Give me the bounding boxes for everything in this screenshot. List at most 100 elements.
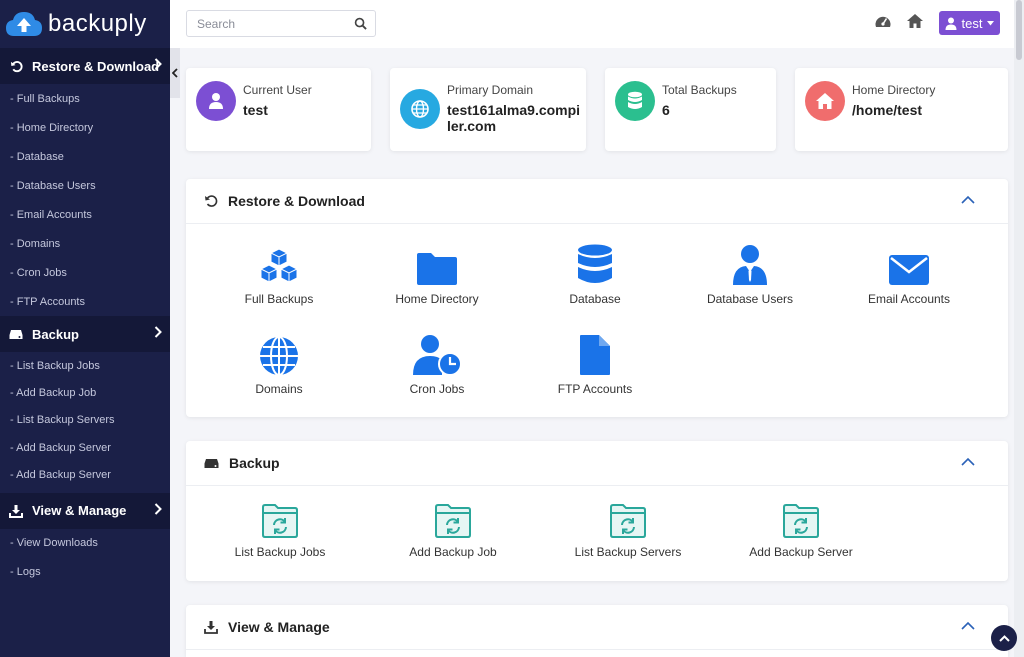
- tile-database[interactable]: Database: [520, 242, 670, 306]
- page-scrollbar[interactable]: [1014, 0, 1024, 657]
- panel-header[interactable]: Backup: [186, 441, 1008, 486]
- stat-label: Home Directory: [852, 83, 936, 97]
- tile-home-directory[interactable]: Home Directory: [362, 242, 512, 306]
- sidebar-item-list-backup-servers[interactable]: - List Backup Servers: [0, 407, 170, 434]
- tile-label: Database Users: [706, 292, 794, 306]
- tile-label: Add Backup Job: [409, 545, 497, 559]
- tile-label: Add Backup Server: [749, 545, 853, 559]
- sidebar-section-backup[interactable]: Backup: [0, 316, 170, 352]
- tile-label: Full Backups: [244, 292, 314, 306]
- globe-icon: [400, 89, 440, 129]
- chevron-up-icon[interactable]: [961, 621, 975, 630]
- undo-icon: [8, 60, 24, 73]
- panel-title: View & Manage: [228, 619, 330, 635]
- tile-add-backup-server[interactable]: Add Backup Server: [726, 499, 876, 559]
- stat-card-current-user: Current User test: [186, 68, 371, 151]
- search-icon[interactable]: [354, 17, 367, 35]
- sidebar-item-logs[interactable]: - Logs: [0, 558, 170, 587]
- panel-header[interactable]: View & Manage: [186, 605, 1008, 650]
- tile-cron-jobs[interactable]: Cron Jobs: [362, 332, 512, 396]
- tile-label: Database: [569, 292, 621, 306]
- hard-drive-icon: [204, 458, 219, 468]
- hard-drive-icon: [8, 328, 24, 340]
- stat-label: Current User: [243, 83, 312, 97]
- tile-email-accounts[interactable]: Email Accounts: [834, 242, 984, 306]
- panel-header[interactable]: Restore & Download: [186, 179, 1008, 224]
- home-icon[interactable]: [906, 13, 924, 34]
- dashboard-gauge-icon[interactable]: [874, 13, 892, 34]
- sidebar-collapse-toggle[interactable]: [170, 48, 180, 98]
- cloud-upload-icon: [6, 12, 42, 36]
- panel-title: Restore & Download: [228, 193, 365, 209]
- sidebar-item-add-backup-server[interactable]: - Add Backup Server: [0, 434, 170, 461]
- logo[interactable]: backuply: [0, 0, 170, 48]
- globe-icon: [260, 336, 298, 376]
- stat-value: test: [243, 102, 268, 118]
- database-icon: [615, 81, 655, 121]
- sidebar-item-home-directory[interactable]: - Home Directory: [0, 113, 170, 142]
- sidebar-section-view-manage[interactable]: View & Manage: [0, 492, 170, 529]
- database-icon: [578, 244, 612, 283]
- tile-add-backup-job[interactable]: Add Backup Job: [378, 499, 528, 559]
- home-icon: [805, 81, 845, 121]
- stat-card-total-backups: Total Backups 6: [605, 68, 776, 151]
- stat-card-primary-domain: Primary Domain test161alma9.compiler.com: [390, 68, 586, 151]
- folder-sync-icon: [783, 504, 819, 538]
- chevron-right-icon: [154, 503, 162, 518]
- tile-full-backups[interactable]: Full Backups: [204, 242, 354, 306]
- panel-restore-download: Restore & Download Full Backups Home Dir…: [186, 179, 1008, 417]
- user-menu-button[interactable]: test: [939, 11, 1000, 35]
- caret-down-icon: [987, 20, 995, 25]
- sidebar-item-ftp-accounts[interactable]: - FTP Accounts: [0, 287, 170, 316]
- sidebar-item-database[interactable]: - Database: [0, 142, 170, 171]
- sidebar-item-list-backup-jobs[interactable]: - List Backup Jobs: [0, 352, 170, 379]
- sidebar-section-label: Backup: [32, 326, 79, 342]
- scrollbar-thumb[interactable]: [1016, 0, 1022, 60]
- user-icon: [945, 17, 957, 30]
- tile-label: Home Directory: [395, 292, 479, 306]
- tile-label: List Backup Jobs: [234, 545, 326, 559]
- tile-label: List Backup Servers: [574, 545, 682, 559]
- envelope-icon: [889, 255, 929, 285]
- tile-list-backup-servers[interactable]: List Backup Servers: [553, 499, 703, 559]
- tile-label: Domains: [255, 382, 303, 396]
- user-clock-icon: [413, 335, 462, 376]
- cubes-icon: [260, 248, 298, 283]
- folder-icon: [417, 253, 457, 285]
- sidebar-item-email-accounts[interactable]: - Email Accounts: [0, 200, 170, 229]
- tile-database-users[interactable]: Database Users: [675, 242, 825, 306]
- download-icon: [8, 504, 24, 518]
- tile-label: FTP Accounts: [557, 382, 633, 396]
- chevron-right-icon: [154, 58, 162, 73]
- stat-label: Total Backups: [662, 83, 737, 97]
- tile-label: Cron Jobs: [409, 382, 465, 396]
- tile-domains[interactable]: Domains: [204, 332, 354, 396]
- sidebar-item-add-backup-job[interactable]: - Add Backup Job: [0, 379, 170, 406]
- panel-view-manage: View & Manage: [186, 605, 1008, 657]
- stat-value: /home/test: [852, 102, 923, 118]
- sidebar-section-restore[interactable]: Restore & Download: [0, 48, 170, 84]
- tile-list-backup-jobs[interactable]: List Backup Jobs: [205, 499, 355, 559]
- back-to-top-button[interactable]: [991, 625, 1017, 651]
- folder-sync-icon: [435, 504, 471, 538]
- tile-label: Email Accounts: [867, 292, 951, 306]
- chevron-up-icon[interactable]: [961, 457, 975, 466]
- chevron-right-icon: [154, 326, 162, 341]
- tile-ftp-accounts[interactable]: FTP Accounts: [520, 332, 670, 396]
- folder-sync-icon: [610, 504, 646, 538]
- sidebar-item-cron-jobs[interactable]: - Cron Jobs: [0, 258, 170, 287]
- folder-sync-icon: [262, 504, 298, 538]
- chevron-up-icon: [998, 634, 1010, 642]
- sidebar-item-add-backup-server-2[interactable]: - Add Backup Server: [0, 462, 170, 489]
- sidebar-item-domains[interactable]: - Domains: [0, 229, 170, 258]
- user-menu-label: test: [961, 15, 983, 31]
- chevron-up-icon[interactable]: [961, 195, 975, 204]
- top-header: test: [170, 0, 1024, 48]
- sidebar-item-view-downloads[interactable]: - View Downloads: [0, 529, 170, 558]
- search-box[interactable]: [186, 10, 376, 37]
- search-input[interactable]: [197, 16, 347, 31]
- user-tie-icon: [733, 245, 767, 285]
- sidebar-section-label: Restore & Download: [32, 58, 160, 74]
- sidebar-item-full-backups[interactable]: - Full Backups: [0, 84, 170, 113]
- sidebar-item-database-users[interactable]: - Database Users: [0, 171, 170, 200]
